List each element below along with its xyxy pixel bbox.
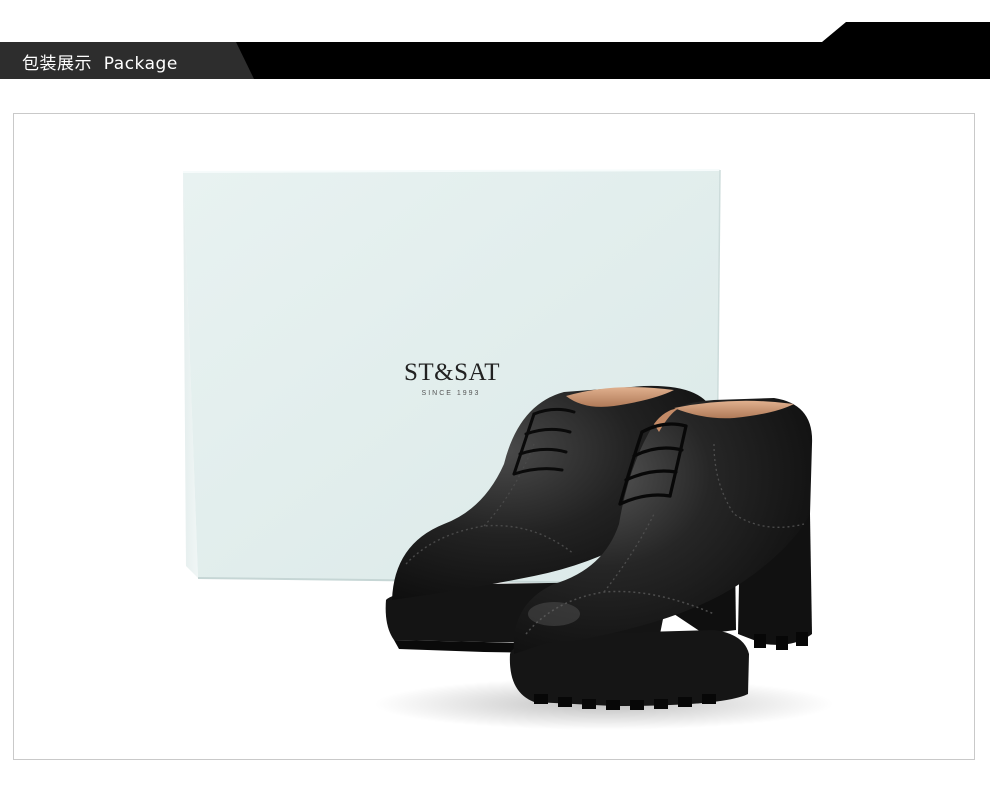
package-photo: ST&SAT SINCE 1993: [182, 169, 834, 730]
box-brand-logo: ST&SAT: [404, 359, 500, 386]
section-title: 包装展示 Package: [22, 54, 178, 74]
section-header: 包装展示 Package: [0, 0, 990, 80]
box-tagline: SINCE 1993: [422, 390, 481, 397]
product-photo-frame: ST&SAT SINCE 1993: [13, 113, 975, 760]
